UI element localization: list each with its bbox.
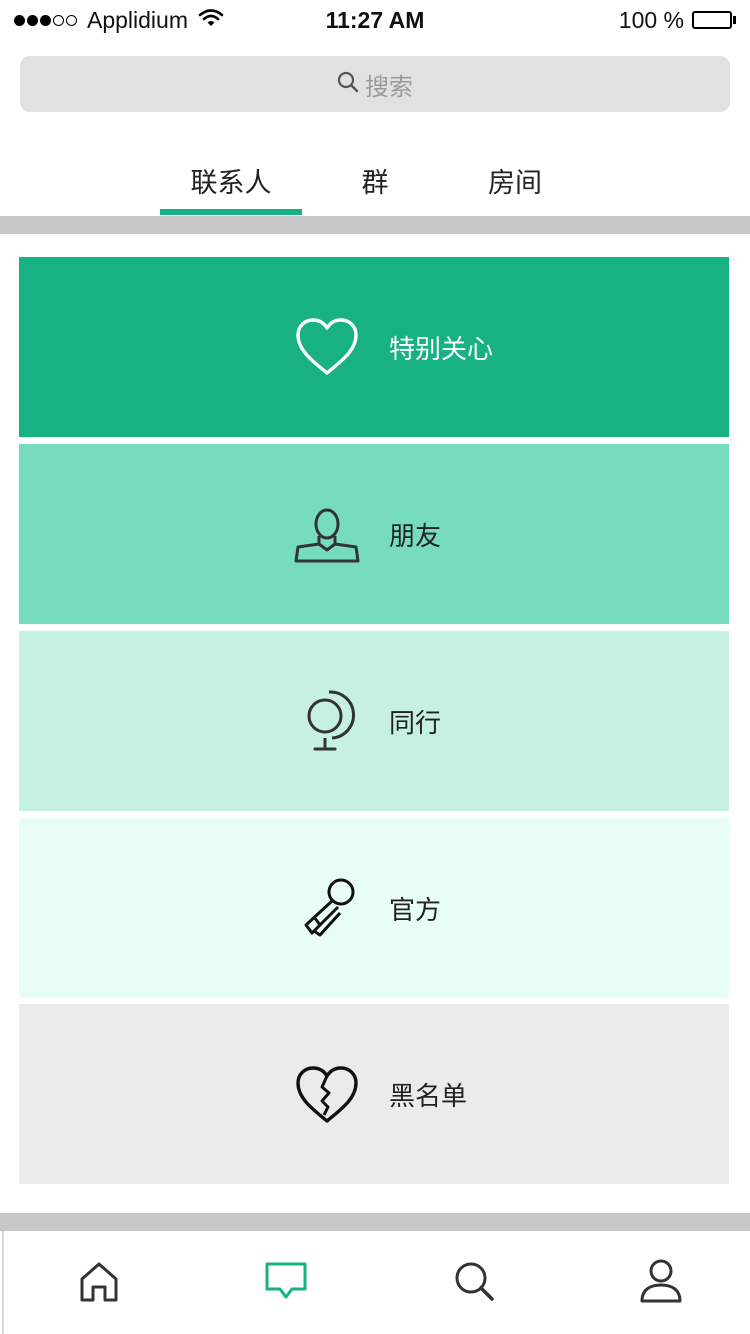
status-bar: Applidium 11:27 AM 100 % (0, 0, 750, 40)
battery-icon (692, 11, 736, 29)
category-blacklist[interactable]: 黑名单 (19, 1004, 729, 1184)
category-official[interactable]: 官方 (19, 818, 729, 998)
divider (0, 1213, 750, 1231)
broken-heart-icon (291, 1058, 363, 1130)
battery-percentage: 100 % (618, 6, 684, 33)
category-label: 特别关心 (389, 334, 494, 365)
tab-groups[interactable]: 群 (304, 156, 446, 216)
person-icon (291, 498, 363, 570)
search-bar[interactable]: 搜索 (20, 56, 730, 112)
nav-search[interactable] (414, 1231, 534, 1334)
nav-messages[interactable] (226, 1231, 346, 1334)
nav-home[interactable] (39, 1231, 159, 1334)
tab-rooms[interactable]: 房间 (444, 156, 586, 216)
bottom-nav (2, 1231, 750, 1334)
home-icon (77, 1259, 121, 1307)
heart-icon (291, 311, 363, 383)
globe-icon (291, 685, 363, 757)
category-peers[interactable]: 同行 (19, 631, 729, 811)
search-icon (337, 71, 359, 97)
search-placeholder: 搜索 (365, 72, 413, 101)
category-friends[interactable]: 朋友 (19, 444, 729, 624)
divider (0, 216, 750, 234)
chat-icon (264, 1259, 308, 1307)
microphone-icon (291, 872, 363, 944)
active-tab-indicator (160, 209, 302, 215)
category-label: 黑名单 (389, 1081, 468, 1112)
category-label: 同行 (389, 708, 442, 739)
category-special-care[interactable]: 特别关心 (19, 257, 729, 437)
tab-contacts[interactable]: 联系人 (160, 156, 302, 216)
search-icon (452, 1259, 496, 1307)
tab-bar: 联系人 群 房间 (0, 156, 750, 216)
category-label: 官方 (389, 895, 442, 926)
status-right: 100 % (619, 4, 736, 36)
nav-profile[interactable] (601, 1231, 721, 1334)
user-icon (639, 1258, 683, 1308)
category-label: 朋友 (389, 521, 442, 552)
